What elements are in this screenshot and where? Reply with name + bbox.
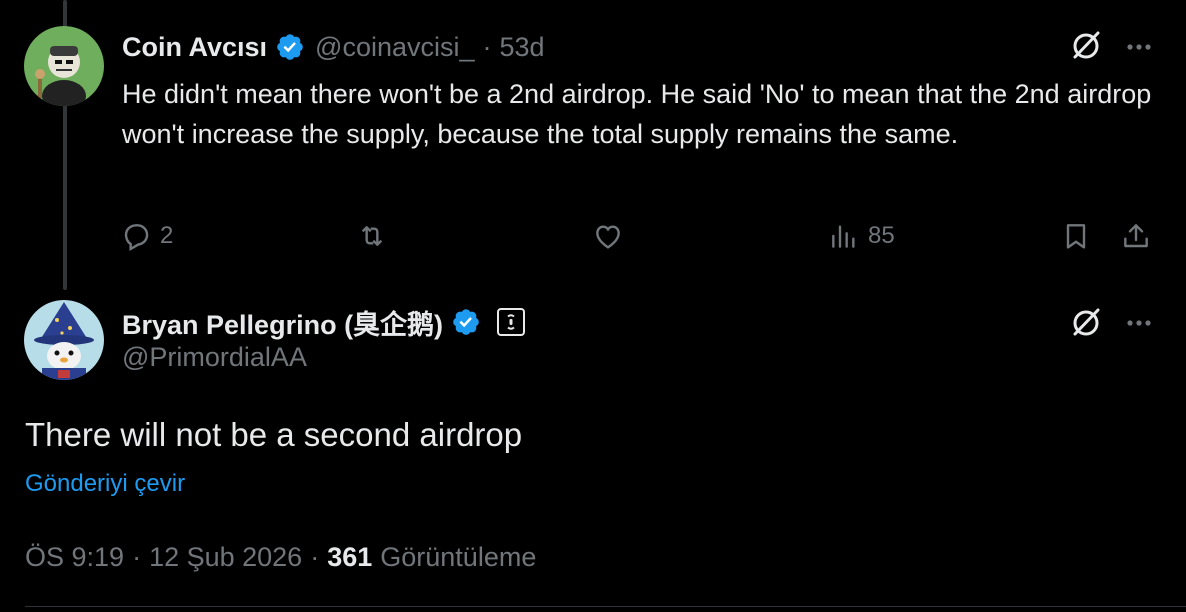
views-label[interactable]: Görüntüleme bbox=[380, 542, 536, 573]
author-handle[interactable]: @PrimordialAA bbox=[122, 342, 307, 373]
tweet-meta: ÖS 9:19 · 12 Şub 2026 · 361 Görüntüleme bbox=[25, 538, 536, 576]
bookmark-icon bbox=[1066, 224, 1086, 249]
reply-tweet-header: Coin Avcısı @coinavcisi_ · 53d bbox=[122, 28, 545, 66]
verified-badge-icon[interactable] bbox=[451, 307, 481, 337]
retweet-button[interactable] bbox=[356, 216, 388, 256]
verified-badge-icon[interactable] bbox=[275, 32, 305, 62]
bookmark-button[interactable] bbox=[1060, 216, 1092, 256]
divider bbox=[25, 606, 1186, 607]
share-button[interactable] bbox=[1120, 216, 1152, 256]
views-icon bbox=[832, 225, 855, 248]
views-count[interactable]: 361 bbox=[327, 542, 372, 573]
main-tweet-text: There will not be a second airdrop bbox=[25, 416, 523, 453]
reply-tweet-text: He didn't mean there won't be a 2nd aird… bbox=[122, 79, 1152, 149]
meta-separator: · bbox=[132, 541, 142, 572]
header-separator: · bbox=[482, 31, 492, 62]
share-icon bbox=[1124, 224, 1148, 248]
grok-icon[interactable] bbox=[1068, 305, 1104, 341]
author-handle[interactable]: @coinavcisi_ bbox=[315, 32, 474, 63]
like-icon bbox=[596, 225, 620, 249]
avatar-bryan-pellegrino[interactable] bbox=[24, 300, 104, 380]
views-button[interactable]: 85 bbox=[828, 216, 895, 256]
tweet-date[interactable]: 12 Şub 2026 bbox=[149, 542, 302, 573]
views-count: 85 bbox=[868, 222, 895, 249]
affiliate-badge-icon[interactable] bbox=[497, 308, 526, 336]
reply-icon bbox=[124, 224, 149, 252]
retweet-icon bbox=[361, 226, 383, 246]
author-name[interactable]: Bryan Pellegrino (臭企鹅) bbox=[122, 303, 443, 342]
reply-button[interactable]: 2 bbox=[120, 216, 173, 256]
reply-count: 2 bbox=[160, 222, 174, 249]
main-tweet-header: Bryan Pellegrino (臭企鹅) bbox=[122, 303, 526, 342]
grok-icon[interactable] bbox=[1068, 28, 1104, 64]
reply-tweet-actions: 2 85 bbox=[120, 216, 1160, 256]
tweet-time[interactable]: ÖS 9:19 bbox=[25, 542, 124, 573]
author-name[interactable]: Coin Avcısı bbox=[122, 32, 267, 63]
more-icon[interactable] bbox=[1122, 306, 1156, 340]
translate-post-link[interactable]: Gönderiyi çevir bbox=[25, 470, 185, 498]
avatar-coin-avcisi[interactable] bbox=[24, 26, 104, 106]
meta-separator: · bbox=[310, 541, 320, 572]
more-icon[interactable] bbox=[1122, 30, 1156, 64]
like-button[interactable] bbox=[592, 216, 624, 256]
tweet-age[interactable]: 53d bbox=[500, 32, 545, 63]
